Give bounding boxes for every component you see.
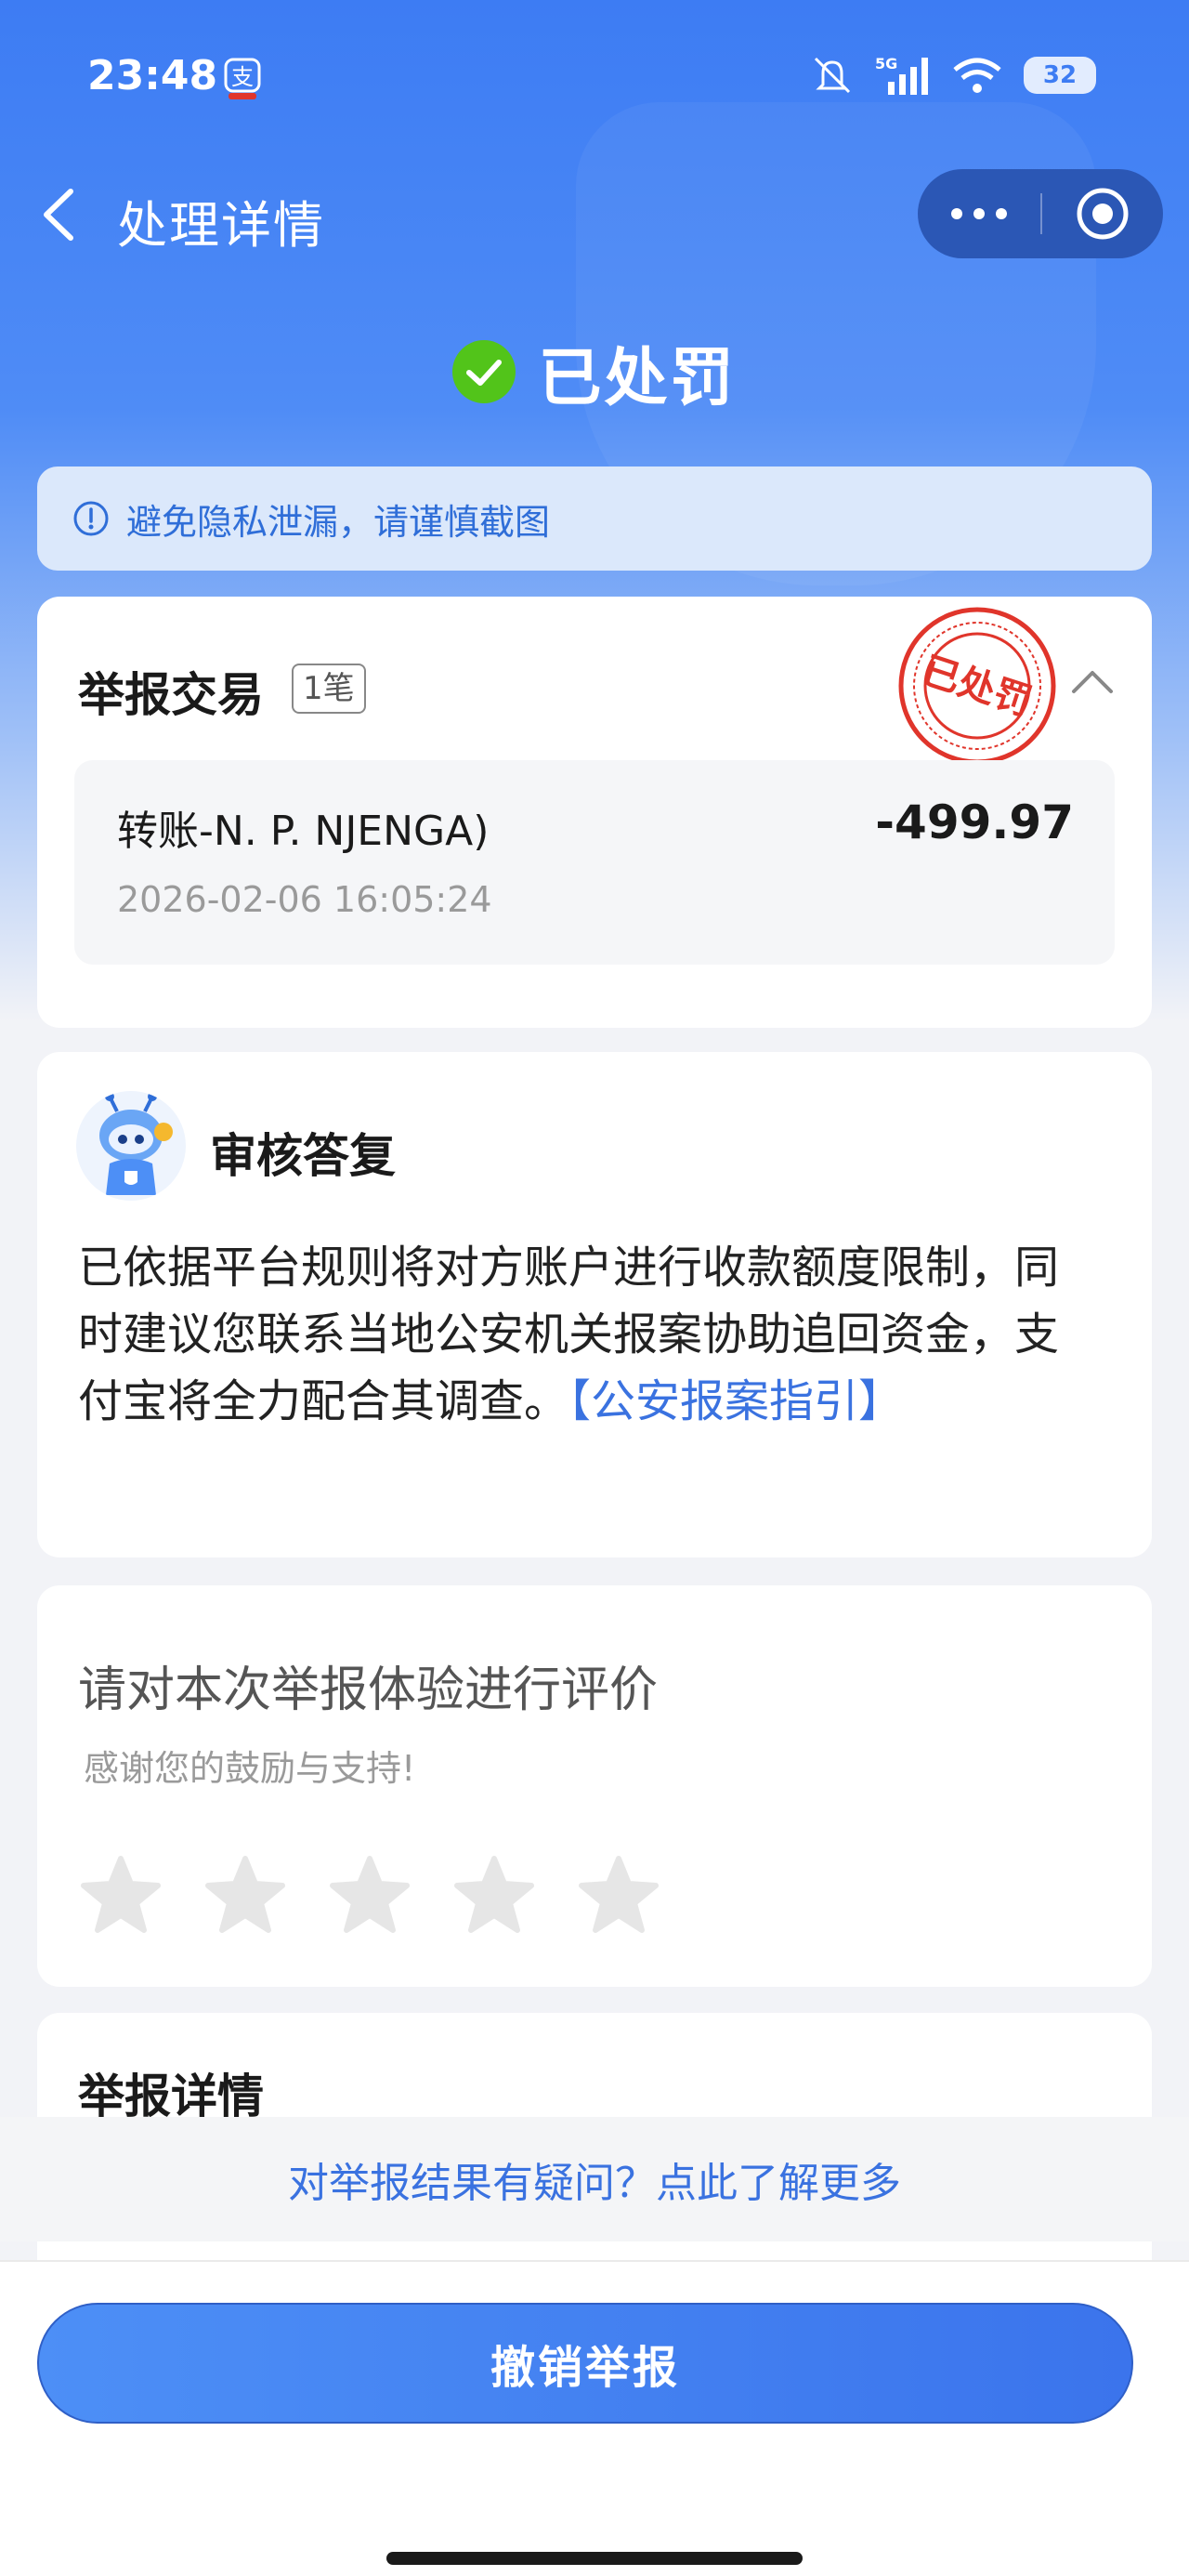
rating-card: 请对本次举报体验进行评价 感谢您的鼓励与支持! [37, 1585, 1152, 1987]
5g-signal-icon: 5G [875, 55, 928, 95]
status-time: 23:48 [87, 52, 218, 99]
page-title: 处理详情 [117, 196, 325, 255]
mini-program-capsule [918, 169, 1163, 258]
transaction-amount: -499.97 [875, 795, 1074, 849]
star-icon-4[interactable] [451, 1853, 537, 1939]
police-report-guide-link[interactable]: 【公安报案指引】 [568, 1375, 903, 1427]
star-icon-1[interactable] [78, 1853, 163, 1939]
revoke-report-button[interactable]: 撤销举报 [37, 2303, 1133, 2424]
doubt-link[interactable]: 对举报结果有疑问？点此了解更多 [288, 2149, 901, 2209]
privacy-tip: 避免隐私泄漏，请谨慎截图 [37, 467, 1152, 571]
robot-mascot-icon [99, 1092, 173, 1195]
mute-icon [814, 57, 851, 94]
review-reply-card: 审核答复 已依据平台规则将对方账户进行收款额度限制，同时建议您联系当地公安机关报… [37, 1052, 1152, 1557]
transaction-time: 2026-02-06 16:05:24 [117, 879, 492, 920]
check-circle-icon [452, 340, 516, 403]
doubt-link-bar: 对举报结果有疑问？点此了解更多 [0, 2117, 1189, 2241]
robot-avatar [76, 1091, 186, 1201]
review-reply-body: 已依据平台规则将对方账户进行收款额度限制，同时建议您联系当地公安机关报案协助追回… [78, 1234, 1100, 1435]
transaction-name: 转账-N. P. NJENGA) [117, 808, 490, 855]
info-circle-icon [73, 501, 109, 536]
star-icon-3[interactable] [327, 1853, 412, 1939]
status-icons: 5G 32 [810, 54, 1096, 97]
transaction-count-badge: 1笔 [292, 664, 366, 714]
rating-title: 请对本次举报体验进行评价 [78, 1663, 659, 1718]
rating-subtitle: 感谢您的鼓励与支持! [84, 1748, 416, 1789]
report-transaction-card: 举报交易 1笔 已处罚 转账-N. P. NJENGA) -499.97 202… [37, 597, 1152, 1028]
alipay-notification-icon: 支 [224, 58, 261, 99]
target-circle-icon [1077, 188, 1129, 240]
report-transaction-title: 举报交易 [78, 668, 264, 722]
bottom-action-area: 撤销举报 [0, 2260, 1189, 2576]
transaction-item[interactable]: 转账-N. P. NJENGA) -499.97 2026-02-06 16:0… [74, 760, 1115, 965]
punished-stamp: 已处罚 [898, 607, 1056, 765]
wifi-icon [953, 58, 1001, 93]
home-indicator[interactable] [386, 2552, 803, 2565]
revoke-report-label: 撤销举报 [490, 2342, 680, 2394]
result-status: 已处罚 [0, 325, 1189, 418]
status-bar: 23:48 支 5G 32 [0, 0, 1189, 158]
review-reply-title: 审核答复 [210, 1129, 396, 1183]
more-button[interactable] [918, 169, 1040, 258]
star-rating [78, 1853, 661, 1939]
privacy-tip-text: 避免隐私泄漏，请谨慎截图 [126, 501, 551, 543]
star-icon-5[interactable] [576, 1853, 661, 1939]
battery-icon: 32 [1024, 57, 1096, 94]
star-icon-2[interactable] [203, 1853, 288, 1939]
collapse-chevron-up-icon[interactable] [1068, 664, 1117, 701]
svg-text:支: 支 [231, 64, 254, 90]
svg-text:5G: 5G [875, 55, 897, 72]
back-button[interactable] [32, 182, 91, 247]
result-status-text: 已处罚 [538, 341, 737, 415]
stamp-text: 已处罚 [918, 650, 1037, 725]
close-mini-program-button[interactable] [1042, 169, 1163, 258]
nav-bar: 处理详情 [0, 158, 1189, 269]
